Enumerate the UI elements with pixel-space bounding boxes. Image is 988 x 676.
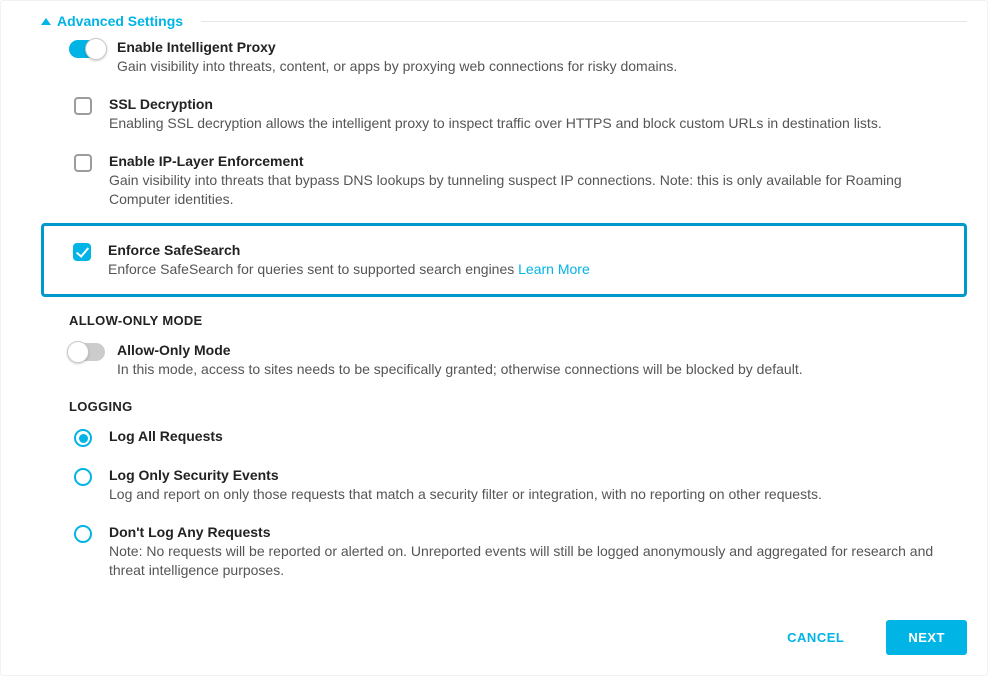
safesearch-desc: Enforce SafeSearch for queries sent to s… xyxy=(108,260,964,279)
log-all-row: Log All Requests xyxy=(41,418,967,457)
intelligent-proxy-title: Enable Intelligent Proxy xyxy=(117,39,967,55)
cancel-button[interactable]: CANCEL xyxy=(765,620,866,655)
safesearch-highlight: Enforce SafeSearch Enforce SafeSearch fo… xyxy=(41,223,967,298)
ssl-title: SSL Decryption xyxy=(109,96,967,112)
allow-only-header: ALLOW-ONLY MODE xyxy=(41,303,967,332)
allow-only-toggle[interactable] xyxy=(69,343,105,361)
log-security-desc: Log and report on only those requests th… xyxy=(109,485,967,504)
ip-layer-desc: Gain visibility into threats that bypass… xyxy=(109,171,967,209)
settings-panel: Advanced Settings Enable Intelligent Pro… xyxy=(0,0,988,676)
safesearch-checkbox[interactable] xyxy=(73,243,91,261)
log-none-title: Don't Log Any Requests xyxy=(109,524,967,540)
allow-only-title: Allow-Only Mode xyxy=(117,342,967,358)
ssl-desc: Enabling SSL decryption allows the intel… xyxy=(109,114,967,133)
log-security-radio[interactable] xyxy=(74,468,92,486)
intelligent-proxy-toggle[interactable] xyxy=(69,40,105,58)
intelligent-proxy-row: Enable Intelligent Proxy Gain visibility… xyxy=(41,29,967,86)
advanced-settings-toggle[interactable]: Advanced Settings xyxy=(41,13,967,29)
footer-actions: CANCEL NEXT xyxy=(41,590,967,655)
log-none-row: Don't Log Any Requests Note: No requests… xyxy=(41,514,967,590)
log-none-radio[interactable] xyxy=(74,525,92,543)
safesearch-title: Enforce SafeSearch xyxy=(108,242,964,258)
log-all-title: Log All Requests xyxy=(109,428,967,444)
log-security-title: Log Only Security Events xyxy=(109,467,967,483)
log-security-row: Log Only Security Events Log and report … xyxy=(41,457,967,514)
next-button[interactable]: NEXT xyxy=(886,620,967,655)
caret-up-icon xyxy=(41,18,51,25)
ssl-checkbox[interactable] xyxy=(74,97,92,115)
safesearch-row: Enforce SafeSearch Enforce SafeSearch fo… xyxy=(44,232,964,289)
ip-layer-title: Enable IP-Layer Enforcement xyxy=(109,153,967,169)
ip-layer-checkbox[interactable] xyxy=(74,154,92,172)
toggle-knob-icon xyxy=(85,38,107,60)
log-none-desc: Note: No requests will be reported or al… xyxy=(109,542,967,580)
log-all-radio[interactable] xyxy=(74,429,92,447)
allow-only-desc: In this mode, access to sites needs to b… xyxy=(117,360,967,379)
toggle-knob-icon xyxy=(67,341,89,363)
logging-header: LOGGING xyxy=(41,389,967,418)
allow-only-row: Allow-Only Mode In this mode, access to … xyxy=(41,332,967,389)
safesearch-desc-text: Enforce SafeSearch for queries sent to s… xyxy=(108,261,518,277)
ssl-row: SSL Decryption Enabling SSL decryption a… xyxy=(41,86,967,143)
advanced-settings-label: Advanced Settings xyxy=(57,13,183,29)
intelligent-proxy-desc: Gain visibility into threats, content, o… xyxy=(117,57,967,76)
ip-layer-row: Enable IP-Layer Enforcement Gain visibil… xyxy=(41,143,967,219)
safesearch-learn-more-link[interactable]: Learn More xyxy=(518,261,590,277)
